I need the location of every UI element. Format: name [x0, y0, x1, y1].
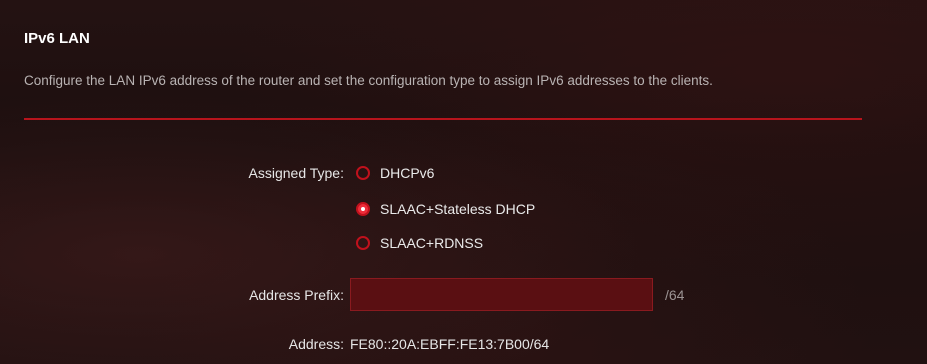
radio-option-slaac-rdnss[interactable]: SLAAC+RDNSS [356, 233, 483, 253]
radio-button-slaac-stateless-dhcp[interactable] [356, 202, 370, 216]
address-prefix-input[interactable] [350, 278, 653, 311]
radio-label-dhcpv6[interactable]: DHCPv6 [380, 165, 434, 181]
address-label: Address: [288, 336, 344, 352]
section-divider [24, 118, 862, 120]
radio-label-slaac-stateless-dhcp[interactable]: SLAAC+Stateless DHCP [380, 201, 535, 217]
assigned-type-label: Assigned Type: [248, 165, 344, 181]
radio-option-slaac-stateless-dhcp[interactable]: SLAAC+Stateless DHCP [356, 199, 535, 219]
radio-button-dhcpv6[interactable] [356, 166, 370, 180]
section-title: IPv6 LAN [24, 30, 90, 47]
radio-option-dhcpv6[interactable]: DHCPv6 [356, 163, 434, 183]
section-description: Configure the LAN IPv6 address of the ro… [24, 73, 713, 88]
address-prefix-label: Address Prefix: [249, 287, 344, 303]
ipv6-lan-panel: IPv6 LAN Configure the LAN IPv6 address … [0, 0, 927, 364]
radio-button-slaac-rdnss[interactable] [356, 236, 370, 250]
address-value: FE80::20A:EBFF:FE13:7B00/64 [350, 336, 550, 352]
radio-label-slaac-rdnss[interactable]: SLAAC+RDNSS [380, 235, 483, 251]
prefix-length-suffix: /64 [665, 287, 685, 303]
